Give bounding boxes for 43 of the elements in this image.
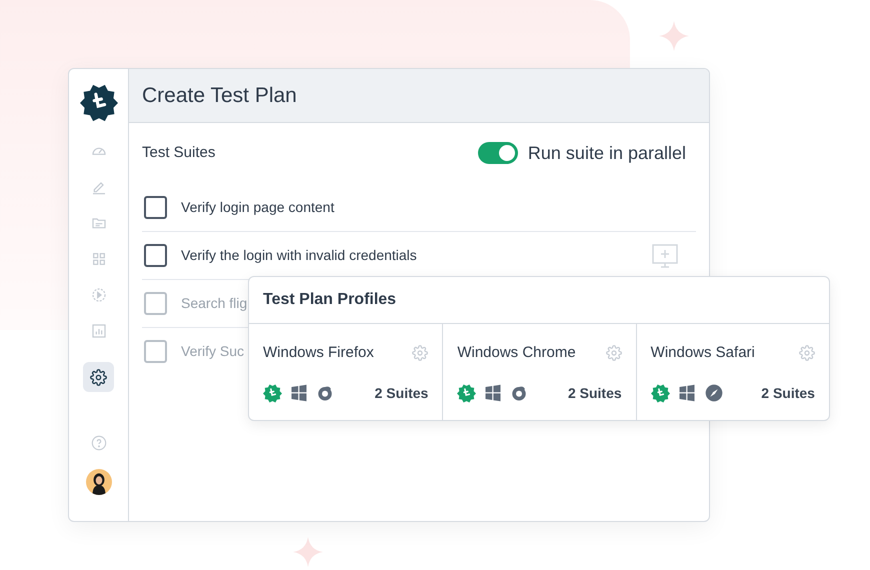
settings-icon xyxy=(606,345,622,362)
suite-count: 2 Suites xyxy=(374,384,428,402)
page-title: Create Test Plan xyxy=(142,82,297,109)
profile-name: Windows Firefox xyxy=(263,343,374,363)
add-screen-icon[interactable] xyxy=(652,244,678,268)
grid-icon xyxy=(90,251,106,267)
suite-label: Search flig xyxy=(181,294,248,313)
profile-card[interactable]: Windows Firefox 2 Suites xyxy=(249,324,442,420)
browser-icon xyxy=(510,384,528,402)
checkbox[interactable] xyxy=(144,244,167,267)
sidebar-item[interactable] xyxy=(83,362,114,392)
section-title: Test Suites xyxy=(142,142,216,163)
settings-icon xyxy=(798,345,815,362)
settings-icon xyxy=(412,345,428,362)
suite-count: 2 Suites xyxy=(568,384,622,402)
checkbox[interactable] xyxy=(144,196,167,218)
sparkle-icon xyxy=(659,21,689,51)
browser-icon xyxy=(316,384,334,402)
windows-icon xyxy=(678,384,696,402)
panel-title: Test Plan Profiles xyxy=(263,290,396,310)
windows-icon xyxy=(290,384,308,402)
toggle-label: Run suite in parallel xyxy=(528,142,686,165)
parallel-toggle[interactable] xyxy=(478,142,518,164)
settings-icon xyxy=(90,368,107,386)
bar-chart-icon xyxy=(90,323,106,339)
logo-icon xyxy=(80,84,118,122)
badge-icon xyxy=(457,384,476,402)
sparkle-icon xyxy=(293,537,323,567)
avatar[interactable] xyxy=(86,469,112,495)
windows-icon xyxy=(484,384,502,402)
suite-label: Verify login page content xyxy=(181,198,334,217)
suite-label: Verify the login with invalid credentials xyxy=(181,246,417,265)
badge-icon xyxy=(263,384,282,402)
suite-label: Verify Suc xyxy=(181,342,244,361)
compass-icon xyxy=(704,383,724,403)
profile-card[interactable]: Windows Chrome 2 Suites xyxy=(442,324,636,420)
play-circle-icon xyxy=(90,287,106,303)
profile-name: Windows Safari xyxy=(650,343,755,363)
help-icon[interactable] xyxy=(90,435,106,451)
profile-card[interactable]: Windows Safari 2 Suites xyxy=(636,324,829,420)
suite-count: 2 Suites xyxy=(761,384,815,402)
profile-name: Windows Chrome xyxy=(457,343,576,363)
badge-icon xyxy=(650,384,670,402)
